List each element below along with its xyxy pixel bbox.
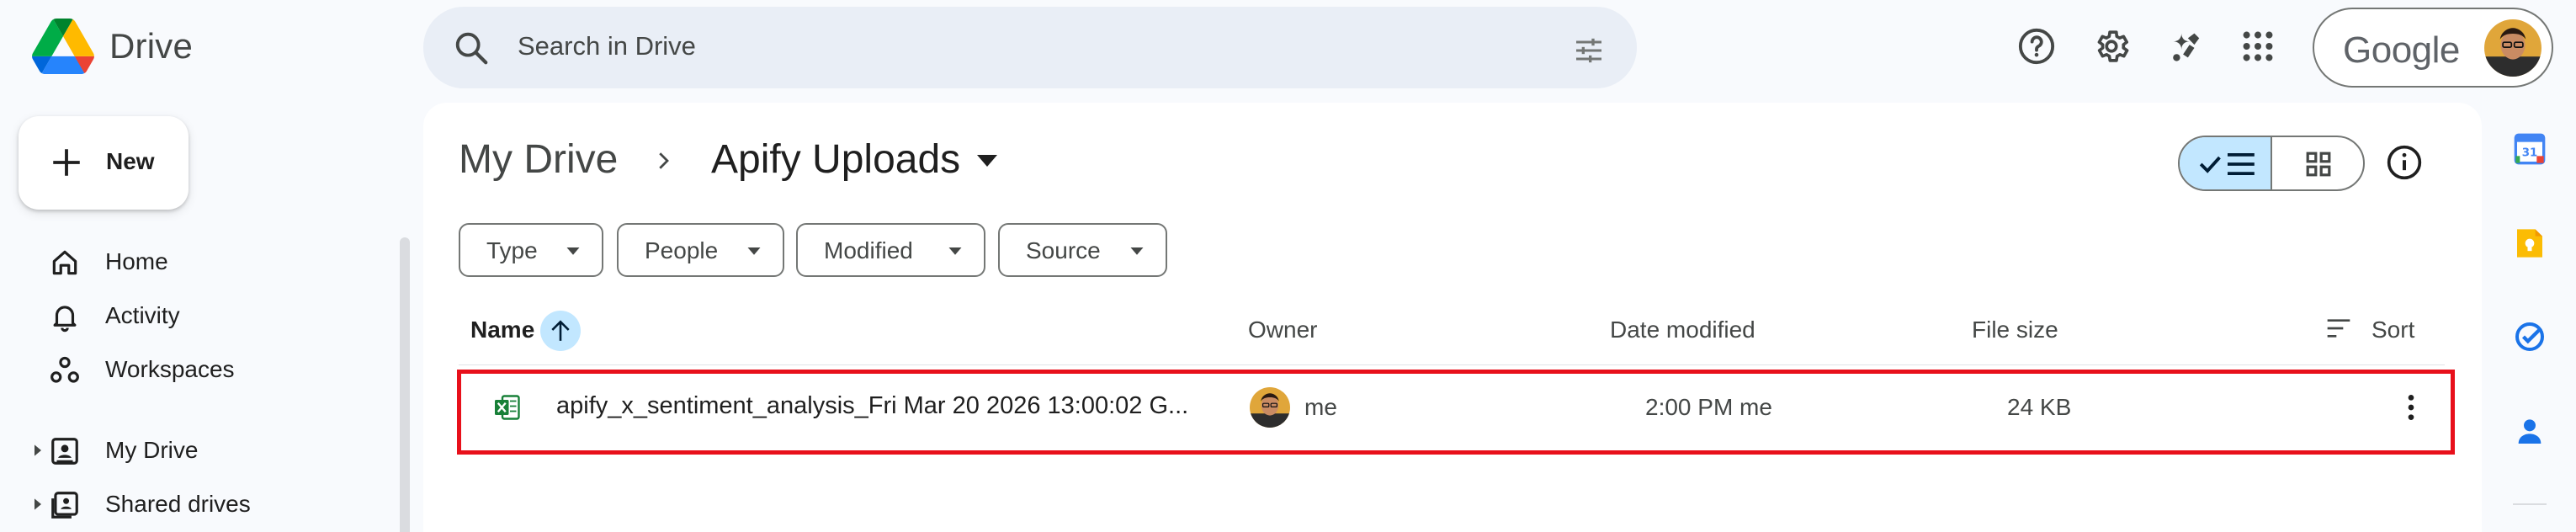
filter-modified-chip[interactable]: Modified — [796, 223, 985, 277]
sidebar-item-label: Workspaces — [105, 356, 235, 382]
list-view-icon — [2199, 152, 2255, 176]
sidebar-item-activity[interactable]: Activity — [0, 290, 396, 341]
home-icon — [52, 250, 77, 275]
sort-lines-icon — [2327, 319, 2350, 338]
filter-people-chip[interactable]: People — [617, 223, 784, 277]
plus-icon — [53, 149, 80, 176]
column-header-date-modified[interactable]: Date modified — [1610, 317, 1755, 343]
sidebar-item-my-drive[interactable]: My Drive — [0, 425, 396, 476]
breadcrumb-root[interactable]: My Drive — [459, 136, 618, 183]
sort-direction-button[interactable] — [540, 311, 581, 351]
contacts-icon[interactable] — [2513, 414, 2547, 448]
header-divider — [459, 364, 2445, 365]
shared-drives-icon — [51, 492, 78, 519]
my-drive-icon — [51, 438, 78, 465]
dropdown-arrow-icon — [948, 247, 962, 255]
arrow-up-icon — [551, 320, 570, 341]
more-actions-icon[interactable] — [2394, 391, 2428, 424]
sidebar-item-workspaces[interactable]: Workspaces — [0, 344, 396, 395]
sidebar-item-label: Activity — [105, 302, 180, 328]
sidebar-item-label: Home — [105, 248, 168, 274]
info-icon[interactable] — [2386, 144, 2423, 181]
breadcrumb-current[interactable]: Apify Uploads — [711, 136, 960, 183]
list-view-button[interactable] — [2180, 137, 2272, 189]
search-bar[interactable]: Search in Drive — [423, 7, 1637, 88]
keep-icon[interactable] — [2513, 226, 2547, 260]
new-button[interactable]: New — [19, 116, 189, 210]
view-toggle — [2178, 136, 2365, 191]
filter-label: Source — [1026, 237, 1101, 263]
file-name[interactable]: apify_x_sentiment_analysis_Fri Mar 20 20… — [556, 392, 1188, 420]
sidebar-item-label: Shared drives — [105, 491, 251, 517]
app-name: Drive — [109, 26, 194, 66]
tasks-icon[interactable] — [2513, 320, 2547, 354]
apps-grid-icon[interactable] — [2239, 27, 2277, 66]
dropdown-arrow-icon — [747, 247, 761, 255]
expand-caret-icon[interactable] — [32, 497, 44, 511]
sidebar-item-home[interactable]: Home — [0, 237, 396, 287]
sort-label: Sort — [2372, 317, 2415, 343]
owner-avatar — [1250, 387, 1290, 428]
sidebar-scrollbar[interactable] — [400, 237, 410, 532]
main-panel: My Drive Apify Uploads Type People Modif… — [423, 103, 2482, 532]
filter-label: Modified — [824, 237, 913, 263]
avatar[interactable] — [2484, 19, 2541, 77]
bell-icon — [53, 306, 77, 332]
gemini-spark-icon[interactable] — [2165, 27, 2204, 66]
grid-view-icon — [2306, 152, 2331, 177]
svg-text:31: 31 — [2522, 146, 2538, 159]
calendar-icon[interactable]: 31 — [2513, 132, 2547, 166]
filter-label: People — [645, 237, 719, 263]
side-panel-divider — [2513, 503, 2547, 505]
workspaces-icon — [50, 356, 79, 383]
sidebar-item-shared-drives[interactable]: Shared drives — [0, 479, 396, 529]
dropdown-arrow-icon[interactable] — [977, 155, 997, 168]
dropdown-arrow-icon — [1130, 247, 1144, 255]
excel-file-icon — [495, 395, 520, 420]
chevron-right-icon — [659, 152, 669, 169]
date-modified: 2:00 PM me — [1645, 394, 1772, 420]
table-row[interactable]: apify_x_sentiment_analysis_Fri Mar 20 20… — [459, 370, 2445, 446]
drive-logo-icon — [32, 19, 94, 74]
new-button-label: New — [106, 148, 155, 174]
search-icon[interactable] — [452, 29, 491, 67]
search-input[interactable]: Search in Drive — [518, 31, 696, 61]
expand-caret-icon[interactable] — [32, 444, 44, 457]
dropdown-arrow-icon — [566, 247, 580, 255]
settings-gear-icon[interactable] — [2092, 27, 2131, 66]
grid-view-button[interactable] — [2274, 137, 2363, 189]
filter-label: Type — [486, 237, 538, 263]
file-size: 24 KB — [2007, 394, 2072, 420]
column-header-name[interactable]: Name — [470, 317, 534, 343]
column-header-file-size[interactable]: File size — [1972, 317, 2058, 343]
filter-type-chip[interactable]: Type — [459, 223, 603, 277]
help-icon[interactable] — [2017, 27, 2056, 66]
owner-name: me — [1304, 394, 1337, 420]
column-header-owner: Owner — [1248, 317, 1318, 343]
drive-logo[interactable]: Drive — [32, 19, 193, 74]
search-options-icon[interactable] — [1571, 34, 1607, 67]
filter-source-chip[interactable]: Source — [998, 223, 1167, 277]
sidebar-item-label: My Drive — [105, 437, 199, 463]
google-wordmark: Google — [2343, 29, 2460, 71]
google-account-button[interactable]: Google — [2313, 8, 2553, 88]
